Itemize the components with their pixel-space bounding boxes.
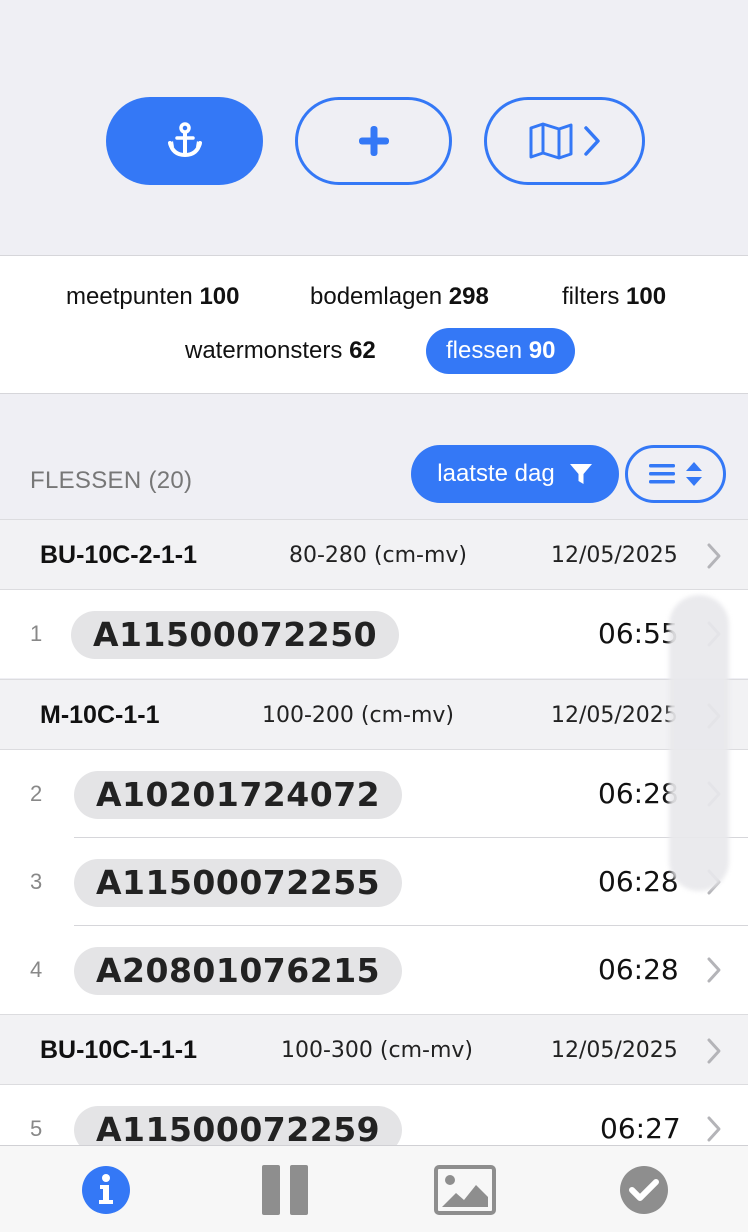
info-icon: [82, 1166, 130, 1214]
tab-complete[interactable]: [618, 1164, 670, 1216]
item-index: 1: [30, 621, 43, 646]
count-label: filters: [562, 283, 620, 310]
bottle-code: A11500072250: [71, 611, 400, 659]
count-flessen[interactable]: flessen 90: [426, 328, 576, 374]
count-value: 90: [528, 337, 556, 364]
count-value: 62: [349, 337, 376, 364]
group-depth: 100-200 (cm-mv): [262, 703, 454, 728]
count-value: 298: [448, 283, 489, 310]
sort-button[interactable]: [625, 445, 726, 503]
list-item[interactable]: 2 A10201724072 06:28: [0, 750, 748, 838]
chevron-right-icon: [707, 1038, 721, 1064]
group-header[interactable]: M-10C-1-1 100-200 (cm-mv) 12/05/2025: [0, 679, 748, 750]
tab-pause[interactable]: [259, 1164, 311, 1216]
item-index: 5: [30, 1116, 43, 1141]
item-index: 3: [30, 869, 43, 894]
tab-info[interactable]: [80, 1164, 132, 1216]
count-bodemlagen[interactable]: bodemlagen 298: [310, 274, 489, 320]
group-header[interactable]: BU-10C-1-1-1 100-300 (cm-mv) 12/05/2025: [0, 1014, 748, 1085]
bottle-code: A11500072255: [74, 859, 403, 907]
group-date: 12/05/2025: [551, 703, 678, 728]
chevron-right-icon: [583, 126, 600, 156]
count-value: 100: [626, 283, 667, 310]
group-depth: 80-280 (cm-mv): [289, 543, 467, 568]
item-time: 06:55: [598, 617, 679, 650]
group-header[interactable]: BU-10C-2-1-1 80-280 (cm-mv) 12/05/2025: [0, 519, 748, 590]
list-item[interactable]: 3 A11500072255 06:28: [0, 838, 748, 926]
filter-button[interactable]: laatste dag: [411, 445, 619, 503]
count-watermonsters[interactable]: watermonsters 62: [185, 328, 376, 374]
sort-icon: [685, 462, 702, 486]
list-icon: [648, 464, 675, 484]
group-date: 12/05/2025: [551, 543, 678, 568]
plus-icon: [358, 126, 389, 156]
checkmark-icon: [620, 1166, 668, 1214]
count-filters[interactable]: filters 100: [562, 274, 666, 320]
tab-bar: [0, 1145, 748, 1232]
bottle-code: A20801076215: [74, 947, 403, 995]
count-label: flessen: [446, 337, 523, 364]
group-date: 12/05/2025: [551, 1038, 678, 1063]
scroll-indicator-overlay[interactable]: [669, 595, 729, 891]
section-title: FLESSEN (20): [30, 467, 193, 494]
item-time: 06:28: [598, 953, 679, 986]
item-time: 06:28: [598, 865, 679, 898]
anchor-button[interactable]: [106, 97, 263, 185]
category-counts: meetpunten 100 bodemlagen 298 filters 10…: [0, 256, 748, 394]
bottle-code: A11500072259: [74, 1106, 403, 1145]
count-label: watermonsters: [185, 337, 343, 364]
pause-icon: [262, 1165, 308, 1215]
filter-label: laatste dag: [437, 460, 555, 487]
bottle-code: A10201724072: [74, 771, 403, 819]
list-item[interactable]: 4 A20801076215 06:28: [0, 926, 748, 1014]
group-depth: 100-300 (cm-mv): [281, 1038, 473, 1063]
list-item[interactable]: 1 A11500072250 06:55: [0, 590, 748, 678]
top-toolbar: [0, 0, 748, 256]
tab-images[interactable]: [434, 1164, 496, 1216]
item-index: 2: [30, 781, 43, 806]
chevron-right-icon: [707, 543, 721, 569]
add-button[interactable]: [295, 97, 452, 185]
chevron-right-icon: [707, 957, 721, 983]
count-label: meetpunten: [66, 283, 193, 310]
list-item[interactable]: 5 A11500072259 06:27: [0, 1085, 748, 1145]
chevron-right-icon: [707, 1116, 721, 1142]
group-name: M-10C-1-1: [40, 701, 160, 729]
item-time: 06:27: [600, 1112, 681, 1145]
count-label: bodemlagen: [310, 283, 443, 310]
item-index: 4: [30, 957, 43, 982]
bottle-list: BU-10C-2-1-1 80-280 (cm-mv) 12/05/2025 1…: [0, 519, 748, 1145]
anchor-icon: [167, 122, 202, 158]
group-name: BU-10C-2-1-1: [40, 541, 197, 569]
image-icon: [434, 1165, 496, 1215]
map-icon: [529, 122, 572, 160]
map-button[interactable]: [484, 97, 645, 185]
count-value: 100: [199, 283, 240, 310]
count-meetpunten[interactable]: meetpunten 100: [66, 274, 239, 320]
funnel-icon: [569, 464, 592, 484]
item-time: 06:28: [598, 777, 679, 810]
group-name: BU-10C-1-1-1: [40, 1036, 197, 1064]
